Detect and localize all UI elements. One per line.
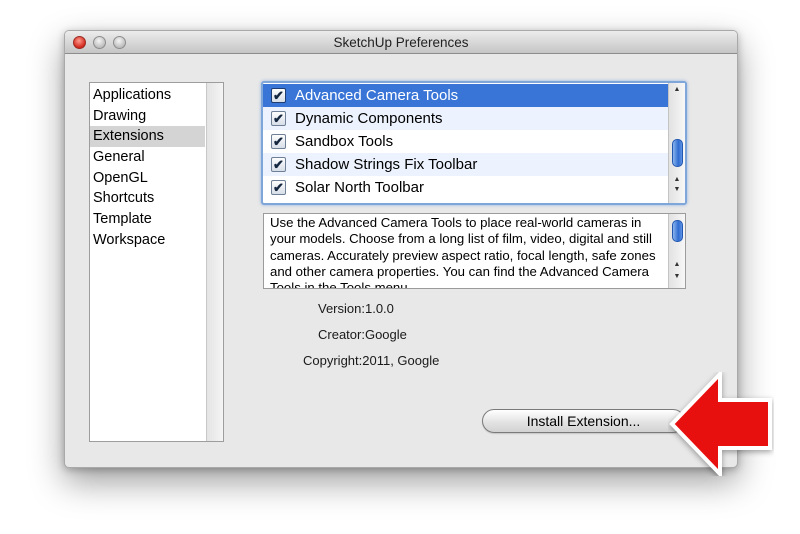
sidebar-item-workspace[interactable]: Workspace [90, 230, 205, 251]
extension-row[interactable]: ✔ Sandbox Tools [263, 130, 671, 153]
extension-copyright: Copyright:2011, Google [303, 353, 440, 368]
title-bar[interactable]: SketchUp Preferences [65, 31, 737, 54]
extension-version: Version:1.0.0 [318, 301, 394, 316]
extension-label: Solar North Toolbar [295, 179, 424, 196]
extension-row[interactable]: ✔ Shadow Strings Fix Toolbar [263, 153, 671, 176]
extension-label: Dynamic Components [295, 110, 443, 127]
sidebar-item-applications[interactable]: Applications [90, 85, 205, 106]
red-arrow-icon [669, 372, 772, 476]
sidebar-item-opengl[interactable]: OpenGL [90, 168, 205, 189]
scroll-up-arrow-icon[interactable]: ▲ [669, 260, 685, 270]
preferences-category-list: Applications Drawing Extensions General Open… [89, 82, 224, 442]
category-items: Applications Drawing Extensions General Open… [90, 85, 205, 251]
description-scrollbar[interactable]: ▲ ▼ [668, 214, 685, 288]
extension-description-box[interactable]: Use the Advanced Camera Tools to place r… [263, 213, 686, 289]
extension-checkbox[interactable]: ✔ [271, 88, 286, 103]
category-scrollbar[interactable] [206, 83, 223, 441]
extensions-scroll-thumb[interactable] [672, 139, 683, 167]
extension-label: Advanced Camera Tools [295, 87, 459, 104]
extension-checkbox[interactable]: ✔ [271, 180, 286, 195]
window-title: SketchUp Preferences [333, 35, 469, 50]
preferences-window: SketchUp Preferences Applications Drawing… [64, 30, 738, 468]
extension-checkbox[interactable]: ✔ [271, 157, 286, 172]
sidebar-item-shortcuts[interactable]: Shortcuts [90, 188, 205, 209]
extension-row[interactable]: ✔ Advanced Camera Tools [263, 84, 671, 107]
extensions-scrollbar[interactable]: ▲ ▲ ▼ [668, 83, 685, 203]
scroll-up-arrow-icon[interactable]: ▲ [669, 85, 685, 95]
extension-row[interactable]: ✔ Solar North Toolbar [263, 176, 671, 199]
extension-description: Use the Advanced Camera Tools to place r… [270, 215, 656, 289]
scroll-up-arrow-icon[interactable]: ▲ [669, 175, 685, 185]
extension-row[interactable]: ✔ Dynamic Components [263, 107, 671, 130]
sidebar-item-drawing[interactable]: Drawing [90, 106, 205, 127]
sidebar-item-template[interactable]: Template [90, 209, 205, 230]
description-scroll-thumb[interactable] [672, 220, 683, 242]
scroll-down-arrow-icon[interactable]: ▼ [669, 185, 685, 195]
scroll-down-arrow-icon[interactable]: ▼ [669, 272, 685, 282]
extension-label: Sandbox Tools [295, 133, 394, 150]
extension-creator: Creator:Google [318, 327, 407, 342]
extension-checkbox[interactable]: ✔ [271, 134, 286, 149]
extension-label: Shadow Strings Fix Toolbar [295, 156, 478, 173]
sidebar-item-extensions[interactable]: Extensions [90, 126, 205, 148]
extension-items: ✔ Advanced Camera Tools ✔ Dynamic Component… [263, 84, 671, 199]
extension-checkbox[interactable]: ✔ [271, 111, 286, 126]
extensions-list: ✔ Advanced Camera Tools ✔ Dynamic Component… [261, 81, 687, 205]
sidebar-item-general[interactable]: General [90, 147, 205, 168]
install-extension-button[interactable]: Install Extension... [482, 409, 685, 433]
